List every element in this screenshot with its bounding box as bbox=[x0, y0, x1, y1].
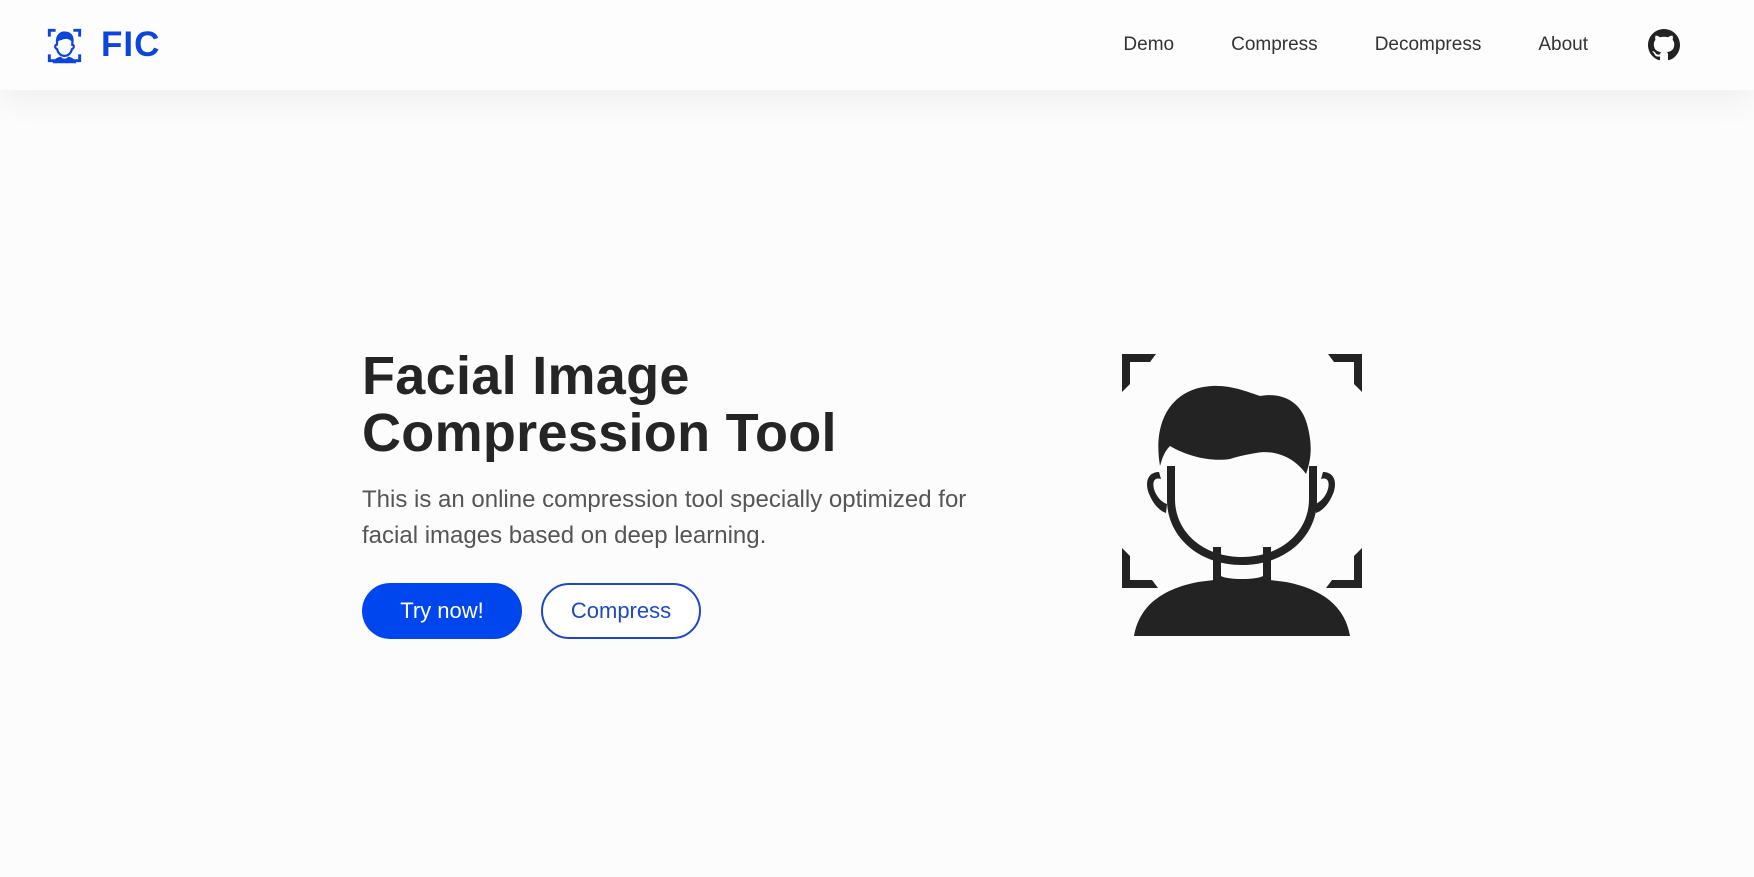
nav-demo-link[interactable]: Demo bbox=[1123, 24, 1174, 66]
hero-actions: Try now! Compress bbox=[362, 583, 1002, 639]
main-nav: Demo Compress Decompress About bbox=[1123, 24, 1680, 66]
nav-compress-link[interactable]: Compress bbox=[1231, 24, 1318, 66]
hero-title: Facial Image Compression Tool bbox=[362, 346, 837, 463]
nav-about-link[interactable]: About bbox=[1538, 24, 1588, 66]
hero-description: This is an online compression tool speci… bbox=[362, 486, 967, 549]
brand-logo-link[interactable]: FIC bbox=[46, 24, 160, 66]
try-now-button[interactable]: Try now! bbox=[362, 583, 522, 639]
compress-button[interactable]: Compress bbox=[541, 583, 701, 639]
face-scan-icon bbox=[47, 28, 82, 63]
top-navbar: FIC Demo Compress Decompress About bbox=[0, 0, 1754, 90]
face-scan-icon bbox=[1122, 354, 1362, 636]
hero-text-block: Facial Image Compression Tool This is an… bbox=[362, 348, 1002, 639]
nav-decompress-link[interactable]: Decompress bbox=[1375, 24, 1482, 66]
brand-name: FIC bbox=[101, 25, 161, 64]
github-icon[interactable] bbox=[1648, 29, 1680, 61]
